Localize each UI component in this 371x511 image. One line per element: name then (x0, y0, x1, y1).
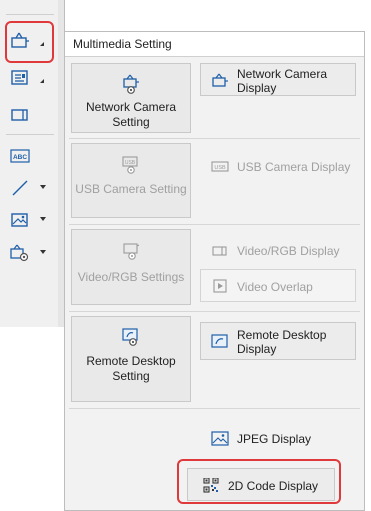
text-tool[interactable]: ABC (6, 141, 54, 171)
display-tool[interactable] (6, 63, 54, 93)
panel-title: Multimedia Setting (65, 32, 364, 57)
highlight-box (177, 459, 341, 504)
partial-icon (10, 0, 30, 4)
group-divider (69, 138, 360, 139)
button-label: Network Camera Display (237, 66, 328, 95)
button-label: USB Camera Display (237, 159, 351, 174)
svg-text:USB: USB (214, 165, 226, 171)
remote-desktop-display-button[interactable]: Remote Desktop Display (200, 322, 356, 360)
dropdown-arrow-icon (40, 79, 44, 83)
video-overlap-icon (213, 279, 227, 293)
monitor-tool[interactable] (6, 100, 54, 130)
remote-desktop-icon (211, 334, 228, 348)
multimedia-tool[interactable] (6, 238, 54, 268)
group-divider (69, 224, 360, 225)
toolbar-divider (6, 134, 54, 135)
video-gear-icon (123, 243, 140, 260)
line-icon (12, 180, 28, 196)
network-camera-display-button[interactable]: Network Camera Display (200, 63, 356, 96)
display-icon (11, 70, 28, 85)
multimedia-setting-panel: Multimedia Setting Network Camera Settin… (64, 31, 365, 511)
toolbar-divider (6, 14, 54, 15)
toolbar-top-item[interactable] (6, 0, 54, 6)
network-camera-setting-button[interactable]: Network Camera Setting (71, 63, 191, 133)
group-divider (69, 408, 360, 409)
group-divider (69, 311, 360, 312)
image-icon (11, 213, 28, 227)
network-camera-icon (212, 73, 228, 87)
left-toolbar: ABC (0, 0, 59, 327)
dropdown-arrow-icon (40, 217, 46, 221)
usb-camera-setting-button[interactable]: USB USB Camera Setting (71, 143, 191, 218)
button-label: USB Camera Setting (75, 182, 187, 196)
button-label: Network Camera Setting (85, 100, 177, 129)
image-icon (211, 431, 229, 446)
usb-camera-display-button[interactable]: USB USB Camera Display (200, 149, 356, 182)
remote-desktop-gear-icon (122, 328, 138, 346)
dropdown-arrow-icon (40, 185, 46, 189)
video-overlap-button[interactable]: Video Overlap (200, 269, 356, 302)
dropdown-arrow-icon (40, 250, 46, 254)
usb-camera-gear-icon: USB (122, 156, 138, 174)
button-label: Video/RGB Display (237, 243, 340, 258)
camera-gear-icon (123, 74, 139, 94)
svg-text:ABC: ABC (13, 154, 27, 161)
video-display-icon (212, 246, 227, 256)
button-label: JPEG Display (237, 431, 312, 446)
remote-desktop-setting-button[interactable]: Remote Desktop Setting (71, 316, 191, 402)
usb-icon: USB (211, 161, 229, 172)
image-tool[interactable] (6, 205, 54, 235)
button-label: Video Overlap (237, 279, 313, 294)
multimedia-icon (10, 244, 29, 262)
video-rgb-display-button[interactable]: Video/RGB Display (200, 233, 356, 266)
monitor-icon (11, 109, 28, 121)
svg-text:USB: USB (125, 160, 136, 166)
button-label: Video/RGB Settings (77, 270, 185, 284)
highlight-box (5, 21, 54, 63)
jpeg-display-button[interactable]: JPEG Display (200, 421, 356, 454)
button-label: Remote Desktop Display (237, 328, 327, 356)
line-tool[interactable] (6, 173, 54, 203)
button-label: Remote Desktop Setting (86, 354, 176, 383)
video-rgb-settings-button[interactable]: Video/RGB Settings (71, 229, 191, 305)
abc-text-icon: ABC (10, 149, 30, 163)
